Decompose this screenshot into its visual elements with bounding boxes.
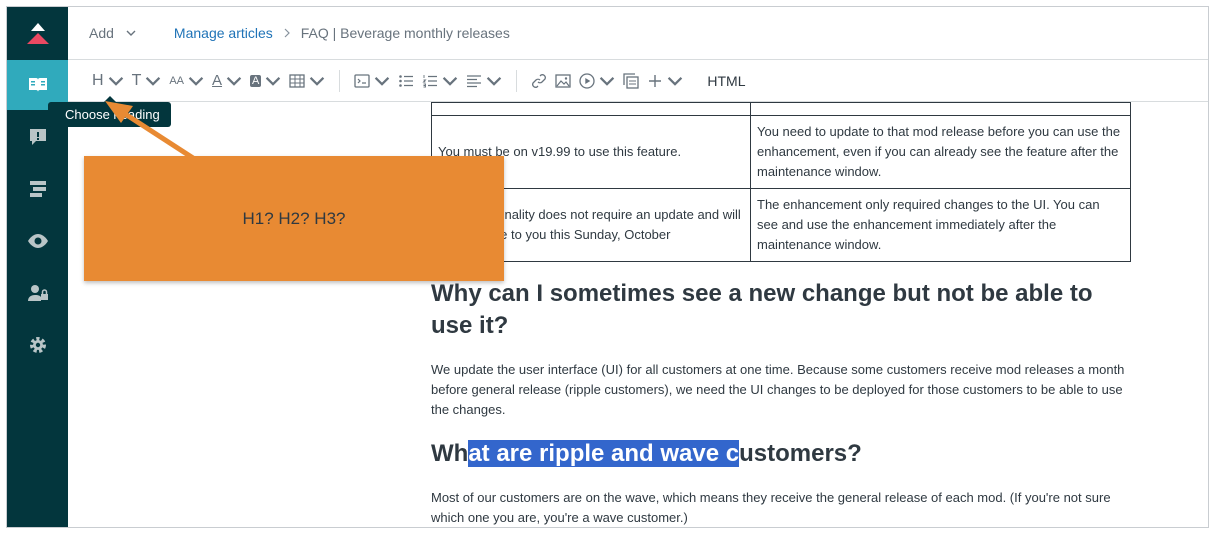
numbered-list-icon [422,74,438,87]
chevron-down-icon [266,76,281,86]
table-cell [431,102,751,116]
insert-image-button[interactable] [551,66,575,96]
chevron-right-icon [284,28,290,38]
guide-logo-icon[interactable] [25,21,51,45]
plus-icon [649,74,662,87]
link-icon [532,73,547,88]
play-circle-icon [579,72,596,89]
chevron-down-icon [146,76,161,86]
heading-text: ustomers? [739,440,862,467]
text-style-icon: T [131,71,142,89]
toolbar-divider [339,69,341,92]
editor-window: Add Manage articles FAQ | Beverage month… [6,6,1209,528]
chevron-down-icon [375,76,390,86]
sidebar [7,7,68,527]
chevron-down-icon [188,76,204,86]
editor-toolbar: H T AA A A HTML [68,60,1208,102]
breadcrumb: Manage articles FAQ | Beverage monthly r… [174,25,510,41]
text-selection: at are ripple and wave c [468,440,740,467]
add-button[interactable]: Add [89,25,136,41]
breadcrumb-manage-articles[interactable]: Manage articles [174,25,273,41]
code-block-icon [354,73,371,88]
heading-text: Wh [431,440,469,467]
code-block-dropdown[interactable] [350,66,394,96]
bulleted-list-icon [399,74,414,87]
background-color-dropdown[interactable]: A [246,66,285,96]
font-color-dropdown[interactable]: A [208,66,246,96]
align-left-icon [467,74,482,87]
table-cell: The enhancement only required changes to… [750,188,1131,262]
content-block-icon [623,72,640,89]
insert-link-button[interactable] [527,66,551,96]
article-body[interactable]: You must be on v19.99 to use this featur… [431,102,1131,527]
feature-table: You must be on v19.99 to use this featur… [431,102,1131,262]
choose-heading-tooltip: Choose heading [48,96,171,127]
arrange-content-icon [29,181,46,197]
table-cell [750,102,1131,116]
font-color-icon: A [212,72,223,89]
insert-media-dropdown[interactable] [575,66,619,96]
heading-dropdown[interactable]: H [88,66,128,96]
alignment-dropdown[interactable] [462,66,506,96]
article-paragraph: Most of our customers are on the wave, w… [431,490,1111,525]
table-row [431,102,1131,116]
article-paragraph: We update the user interface (UI) for al… [431,362,1125,417]
bulleted-list-button[interactable] [394,66,418,96]
add-label: Add [89,25,114,41]
eye-icon [27,234,48,248]
article-heading-selected: What are ripple and wave customers? [431,438,1131,470]
annotation-callout: H1? H2? H3? [84,156,504,281]
chevron-down-icon [226,76,242,86]
chevron-down-icon [600,76,615,86]
breadcrumb-current-article: FAQ | Beverage monthly releases [300,25,510,41]
text-style-dropdown[interactable]: T [128,66,166,96]
table-row: You must be on v19.99 to use this featur… [431,115,1131,189]
top-header: Add Manage articles FAQ | Beverage month… [68,7,1208,60]
book-icon [28,78,47,92]
gear-icon [29,337,46,353]
nav-preview[interactable] [7,216,68,266]
table-row: This functionality does not require an u… [431,188,1131,262]
chevron-down-icon [108,76,123,86]
chevron-down-icon [487,76,502,86]
chevron-down-icon [668,76,683,86]
font-size-icon: AA [169,74,185,87]
content-block-button[interactable] [619,66,643,96]
nav-settings[interactable] [7,320,68,370]
chevron-down-icon [310,76,325,86]
article-heading: Why can I sometimes see a new change but… [431,280,1093,339]
table-icon [289,73,306,88]
chevron-down-icon [126,30,136,36]
user-lock-icon [27,285,48,301]
image-icon [555,73,572,88]
font-size-dropdown[interactable]: AA [165,66,208,96]
background-color-icon: A [250,74,262,87]
table-dropdown[interactable] [285,66,329,96]
numbered-list-dropdown[interactable] [418,66,462,96]
table-cell: You need to update to that mod release b… [750,115,1131,189]
alert-message-icon [29,129,46,145]
toolbar-divider [516,69,518,92]
nav-arrange[interactable] [7,164,68,214]
nav-user-permissions[interactable] [7,268,68,318]
heading-icon: H [92,71,104,89]
insert-more-dropdown[interactable] [643,66,687,96]
html-source-button[interactable]: HTML [703,66,749,96]
chevron-down-icon [443,76,458,86]
